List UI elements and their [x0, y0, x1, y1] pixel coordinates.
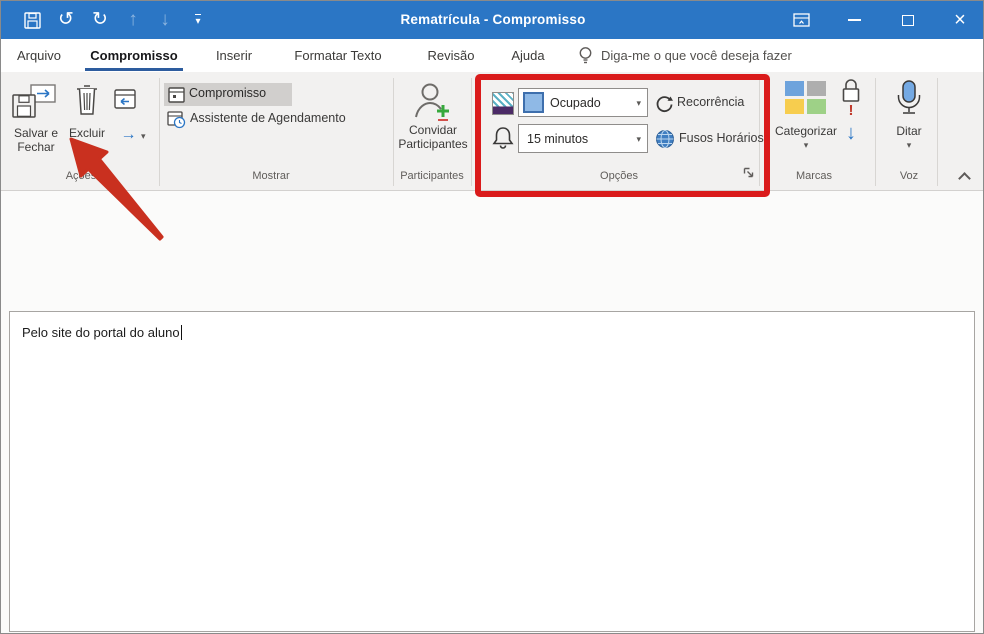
timezones-button[interactable]: Fusos Horários	[679, 130, 764, 146]
save-close-label-line2: Fechar	[5, 140, 67, 154]
ribbon: Salvar e Fechar Excluir → ▾	[1, 72, 984, 191]
dictate-dropdown-icon: ▾	[879, 140, 939, 151]
text-caret	[181, 325, 183, 340]
ribbon-display-options-button[interactable]	[780, 1, 822, 39]
forward-dropdown-icon: ▾	[141, 131, 146, 141]
active-tab-underline	[85, 68, 183, 71]
notes-editor[interactable]: Pelo site do portal do aluno	[9, 311, 975, 632]
low-importance-icon: ↓	[846, 122, 856, 144]
tell-me-box[interactable]: Diga-me o que você deseja fazer	[601, 39, 792, 72]
group-label-marcas: Marcas	[774, 169, 854, 184]
high-importance-icon: !	[849, 102, 854, 119]
dictate-icon	[894, 79, 924, 117]
dictate-button[interactable]: Ditar ▾	[879, 124, 939, 151]
group-label-participantes: Participantes	[393, 169, 471, 184]
invite-label-line1: Convidar	[395, 123, 471, 137]
categorize-button[interactable]: Categorizar ▾	[761, 124, 851, 151]
timezones-globe-icon	[655, 129, 675, 149]
busy-color-swatch	[523, 92, 544, 113]
options-dialog-launcher[interactable]	[743, 167, 755, 179]
group-separator	[875, 78, 876, 186]
categorize-dropdown-icon: ▾	[761, 140, 851, 151]
scheduling-assistant-label: Assistente de Agendamento	[190, 111, 346, 125]
group-label-acoes: Ações	[41, 169, 121, 184]
appointment-icon	[168, 86, 185, 103]
categorize-icon	[785, 81, 826, 114]
forward-arrow-icon: →	[121, 126, 137, 143]
save-close-icon	[11, 84, 57, 120]
show-as-status-icon	[492, 92, 514, 115]
recurrence-label: Recorrência	[677, 95, 744, 109]
save-close-label-line1: Salvar e	[5, 126, 67, 140]
categorize-label: Categorizar	[761, 124, 851, 138]
scheduling-assistant-button[interactable]: Assistente de Agendamento	[165, 109, 391, 130]
close-button[interactable]: ×	[939, 1, 981, 39]
show-as-combobox[interactable]: Ocupado ▾	[518, 88, 648, 117]
recurrence-icon	[655, 94, 674, 113]
close-icon: ×	[954, 10, 966, 30]
save-close-button[interactable]: Salvar e Fechar	[5, 126, 67, 154]
forward-button[interactable]: → ▾	[113, 126, 153, 144]
lock-icon	[840, 78, 862, 104]
lightbulb-icon	[577, 46, 594, 65]
collapse-ribbon-icon	[958, 172, 971, 185]
group-label-mostrar: Mostrar	[211, 169, 331, 184]
invite-attendees-icon	[413, 81, 453, 123]
show-as-value: Ocupado	[550, 96, 601, 110]
tab-inserir[interactable]: Inserir	[209, 39, 259, 72]
timezones-label: Fusos Horários	[679, 131, 764, 145]
invite-attendees-button[interactable]: Convidar Participantes	[395, 123, 471, 151]
tab-ajuda[interactable]: Ajuda	[505, 39, 551, 72]
maximize-icon	[902, 15, 914, 26]
invite-label-line2: Participantes	[395, 137, 471, 151]
delete-button[interactable]: Excluir	[63, 126, 111, 140]
tab-formatar-texto[interactable]: Formatar Texto	[285, 39, 391, 72]
tab-revisao[interactable]: Revisão	[421, 39, 481, 72]
group-label-voz: Voz	[879, 169, 939, 184]
maximize-button[interactable]	[887, 1, 929, 39]
notes-text: Pelo site do portal do aluno	[22, 325, 180, 340]
appointment-view-button[interactable]: Compromisso	[164, 83, 292, 106]
scheduling-assistant-icon	[167, 110, 186, 129]
group-label-opcoes: Opções	[559, 169, 679, 184]
low-importance-button[interactable]: ↓	[841, 122, 861, 145]
dictate-label: Ditar	[879, 124, 939, 138]
ribbon-display-options-icon	[793, 13, 810, 27]
reminder-bell-icon	[492, 126, 514, 150]
show-as-dropdown-icon: ▾	[636, 98, 641, 109]
delete-label: Excluir	[69, 126, 105, 140]
high-importance-button[interactable]: !	[844, 102, 858, 119]
reminder-dropdown-icon: ▾	[636, 134, 641, 145]
tab-arquivo[interactable]: Arquivo	[13, 39, 65, 72]
private-button[interactable]	[840, 78, 862, 104]
delete-icon	[75, 84, 99, 116]
appointment-window: ↺ ↻ ↑ ↓ ▾ Rematrícula - Compromisso	[0, 0, 984, 634]
group-separator	[471, 78, 472, 186]
title-bar: ↺ ↻ ↑ ↓ ▾ Rematrícula - Compromisso	[1, 1, 984, 39]
appointment-view-label: Compromisso	[189, 86, 266, 100]
minimize-icon	[848, 19, 861, 21]
group-separator	[159, 78, 160, 186]
ribbon-tab-row: Arquivo Compromisso Inserir Formatar Tex…	[1, 39, 984, 72]
appointment-form: Assunto Rematrícula Local ▼ Hora de iníc…	[1, 191, 984, 311]
collapse-ribbon-button[interactable]	[955, 171, 973, 185]
reminder-combobox[interactable]: 15 minutos ▾	[518, 124, 648, 153]
minimize-button[interactable]	[833, 1, 875, 39]
forward-calendar-icon	[113, 87, 137, 109]
reminder-value: 15 minutos	[527, 132, 588, 146]
recurrence-button[interactable]: Recorrência	[677, 94, 744, 110]
